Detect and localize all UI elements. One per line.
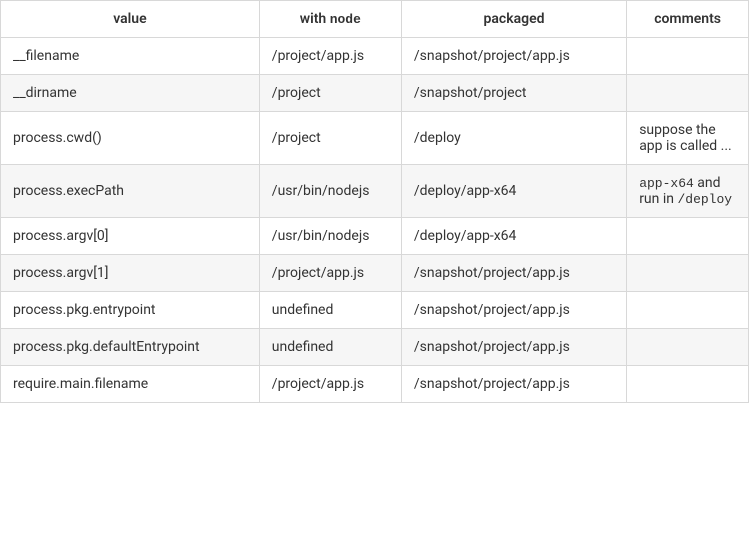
cell-comments: [627, 218, 749, 255]
cell-with-node: /project: [259, 75, 401, 112]
table-row: process.argv[1]/project/app.js/snapshot/…: [1, 255, 749, 292]
header-comments: comments: [627, 1, 749, 38]
cell-with-node: /project/app.js: [259, 366, 401, 403]
cell-packaged: /snapshot/project/app.js: [401, 255, 626, 292]
header-with-node-code: node: [330, 12, 361, 27]
header-with-node-prefix: with: [300, 11, 330, 27]
cell-value: process.pkg.defaultEntrypoint: [1, 329, 260, 366]
cell-comments: suppose the app is called ...: [627, 112, 749, 165]
table-row: process.execPath/usr/bin/nodejs/deploy/a…: [1, 165, 749, 218]
header-with-node: with node: [259, 1, 401, 38]
cell-with-node: undefined: [259, 292, 401, 329]
cell-with-node: undefined: [259, 329, 401, 366]
cell-packaged: /snapshot/project: [401, 75, 626, 112]
table-row: process.pkg.defaultEntrypointundefined/s…: [1, 329, 749, 366]
paths-comparison-table: value with node packaged comments __file…: [0, 0, 749, 403]
cell-packaged: /deploy/app-x64: [401, 218, 626, 255]
cell-value: process.cwd(): [1, 112, 260, 165]
cell-with-node: /usr/bin/nodejs: [259, 218, 401, 255]
cell-comments: [627, 38, 749, 75]
cell-value: process.execPath: [1, 165, 260, 218]
cell-packaged: /snapshot/project/app.js: [401, 38, 626, 75]
cell-value: process.argv[0]: [1, 218, 260, 255]
table-header-row: value with node packaged comments: [1, 1, 749, 38]
table-row: process.pkg.entrypointundefined/snapshot…: [1, 292, 749, 329]
cell-with-node: /project/app.js: [259, 38, 401, 75]
cell-comments: app-x64 and run in /deploy: [627, 165, 749, 218]
header-packaged: packaged: [401, 1, 626, 38]
table-row: process.cwd()/project/deploy suppose the …: [1, 112, 749, 165]
cell-comments: [627, 75, 749, 112]
table-row: __dirname/project/snapshot/project: [1, 75, 749, 112]
cell-value: __filename: [1, 38, 260, 75]
cell-with-node: /usr/bin/nodejs: [259, 165, 401, 218]
cell-value: process.argv[1]: [1, 255, 260, 292]
cell-packaged: /snapshot/project/app.js: [401, 366, 626, 403]
cell-packaged: /deploy: [401, 112, 626, 165]
comment-text: suppose the app is called ...: [639, 122, 732, 154]
cell-value: __dirname: [1, 75, 260, 112]
cell-comments: [627, 329, 749, 366]
cell-with-node: /project/app.js: [259, 255, 401, 292]
comment-code: /deploy: [677, 192, 732, 207]
cell-value: process.pkg.entrypoint: [1, 292, 260, 329]
cell-packaged: /snapshot/project/app.js: [401, 329, 626, 366]
cell-packaged: /snapshot/project/app.js: [401, 292, 626, 329]
cell-comments: [627, 292, 749, 329]
table-row: __filename/project/app.js/snapshot/proje…: [1, 38, 749, 75]
table-row: require.main.filename/project/app.js/sna…: [1, 366, 749, 403]
cell-comments: [627, 255, 749, 292]
cell-packaged: /deploy/app-x64: [401, 165, 626, 218]
cell-comments: [627, 366, 749, 403]
comment-code: app-x64: [639, 176, 694, 191]
table-body: __filename/project/app.js/snapshot/proje…: [1, 38, 749, 403]
cell-with-node: /project: [259, 112, 401, 165]
header-value: value: [1, 1, 260, 38]
table-row: process.argv[0]/usr/bin/nodejs/deploy/ap…: [1, 218, 749, 255]
cell-value: require.main.filename: [1, 366, 260, 403]
